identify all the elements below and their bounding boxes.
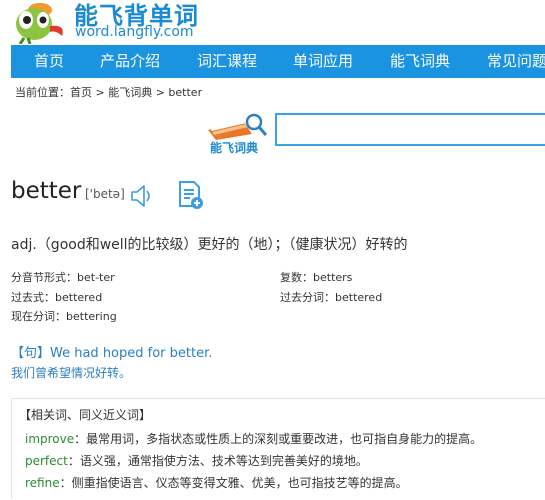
- main-nav: 首页 产品介绍 词汇课程 单词应用 能飞词典 常见问题: [11, 45, 545, 78]
- breadcrumb: 当前位置：首页 > 能飞词典 > better: [15, 86, 203, 99]
- speaker-icon[interactable]: [130, 183, 152, 209]
- synonym-desc: ：语义强，通常指使方法、技术等达到完善美好的境地。: [67, 454, 368, 468]
- phonetic: ['betə]: [85, 187, 125, 201]
- example-sentence-zh: 我们曾希望情况好转。: [11, 366, 132, 380]
- parrot-logo-icon[interactable]: [4, 0, 72, 45]
- entry-word: better: [11, 178, 82, 204]
- synonym-desc: ：最常用词，多指状态或性质上的深刻或重要改进，也可指自身能力的提高。: [74, 432, 483, 446]
- nav-item-home[interactable]: 首页: [34, 45, 64, 78]
- dictionary-logo-label[interactable]: 能飞词典: [210, 139, 258, 156]
- synonym-word: perfect: [25, 454, 68, 468]
- synonyms-panel: 【相关词、同义近义词】 improve：最常用词，多指状态或性质上的深刻或重要改…: [11, 398, 545, 499]
- example-sentence-en: 【句】We had hoped for better.: [11, 346, 213, 361]
- add-to-wordbook-icon[interactable]: [178, 180, 204, 210]
- brand-url[interactable]: word.langfly.com: [75, 24, 194, 40]
- form-syllables: 分音节形式：bet-ter: [11, 271, 115, 284]
- dictionary-book-icon[interactable]: [206, 112, 268, 142]
- nav-item-faq[interactable]: 常见问题: [487, 45, 545, 78]
- form-past: 过去式：bettered: [11, 291, 103, 304]
- form-present-participle: 现在分词：bettering: [11, 310, 117, 323]
- form-plural: 复数：betters: [280, 271, 353, 284]
- nav-item-apps[interactable]: 单词应用: [293, 45, 353, 78]
- synonym-word: improve: [25, 432, 75, 446]
- synonym-word: refine: [25, 476, 60, 490]
- synonym-item: improve：最常用词，多指状态或性质上的深刻或重要改进，也可指自身能力的提高…: [25, 430, 482, 447]
- nav-item-products[interactable]: 产品介绍: [100, 45, 160, 78]
- nav-item-courses[interactable]: 词汇课程: [197, 45, 257, 78]
- form-past-participle: 过去分词：bettered: [280, 291, 383, 304]
- search-input[interactable]: [275, 113, 545, 146]
- synonyms-title: 【相关词、同义近义词】: [19, 408, 152, 422]
- nav-item-dictionary[interactable]: 能飞词典: [390, 45, 450, 78]
- definition: adj.（good和well的比较级）更好的（地）；（健康状况）好转的: [11, 237, 408, 253]
- synonym-item: refine：侧重指使语言、仪态等变得文雅、优美，也可指技艺等的提高。: [25, 474, 408, 491]
- synonym-item: perfect：语义强，通常指使方法、技术等达到完善美好的境地。: [25, 452, 368, 469]
- synonym-desc: ：侧重指使语言、仪态等变得文雅、优美，也可指技艺等的提高。: [59, 476, 408, 490]
